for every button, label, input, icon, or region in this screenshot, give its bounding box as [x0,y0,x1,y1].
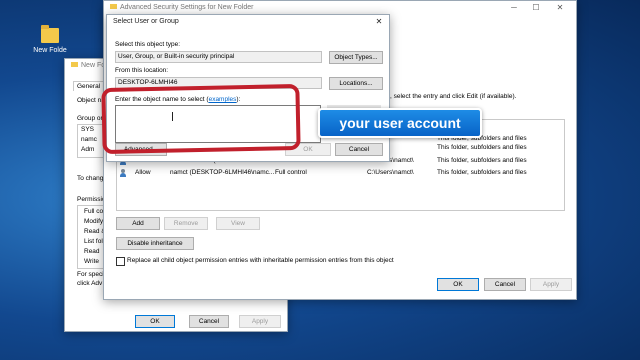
folder-small-icon [71,62,78,67]
folder-small-icon [110,4,117,9]
callout-label: your user account [318,108,482,138]
props-apply-button[interactable]: Apply [239,315,281,328]
adv-cancel-button[interactable]: Cancel [484,278,526,291]
select-cancel-button[interactable]: Cancel [335,143,383,156]
special-text-2: click Adv [77,280,103,287]
close-icon[interactable]: ✕ [369,15,389,29]
row-type: Allow [135,169,151,176]
props-cancel-button[interactable]: Cancel [189,315,229,328]
row-applies: This folder, subfolders and files [437,157,527,164]
object-types-button[interactable]: Object Types... [329,51,383,64]
disable-inheritance-button[interactable]: Disable inheritance [116,237,194,250]
adv-ok-button[interactable]: OK [437,278,479,291]
locations-button[interactable]: Locations... [329,77,383,90]
row-applies-extra: This folder, subfolders and files [437,144,527,151]
close-icon[interactable]: ✕ [550,1,570,15]
row-applies: This folder, subfolders and files [437,169,527,176]
permissions-label: Permissio [77,196,106,203]
list-item: Read [84,248,100,255]
object-type-label: Select this object type: [115,41,181,48]
select-titlebar: Select User or Group [107,15,389,29]
group-label: Group or [77,115,103,122]
red-highlight-box [101,83,301,155]
table-row[interactable]: Allow namct (DESKTOP-6LMHI46\namc... Ful… [117,168,564,179]
object-type-field: User, Group, or Built-in security princi… [115,51,322,63]
adv-hint-text: , select the entry and click Edit (if av… [390,93,517,100]
row-inherited: C:\Users\namct\ [367,169,414,176]
list-item[interactable]: Adm [81,146,94,153]
list-item: Modify [84,218,104,225]
remove-button[interactable]: Remove [164,217,208,230]
replace-label: Replace all child object permission entr… [127,257,394,264]
adv-title: Advanced Security Settings for New Folde… [120,4,254,11]
user-icon [120,169,126,177]
list-item: Write [84,258,100,265]
replace-checkbox[interactable] [116,257,125,266]
minimize-icon[interactable]: ─ [504,1,524,15]
props-ok-button[interactable]: OK [135,315,175,328]
folder-icon [41,25,59,43]
maximize-icon[interactable]: ☐ [526,1,546,15]
to-change-text: To chang [77,175,104,182]
location-label: From this location: [115,67,169,74]
desktop-folder-label: New Folde [33,47,67,54]
adv-apply-button[interactable]: Apply [530,278,572,291]
row-access: Full control [275,169,307,176]
desktop-folder-icon[interactable]: New Folde [30,25,70,54]
row-principal: namct (DESKTOP-6LMHI46\namc... [170,169,275,176]
view-button[interactable]: View [216,217,260,230]
add-button[interactable]: Add [116,217,160,230]
list-item[interactable]: namc [81,136,97,143]
list-item[interactable]: SYS [81,126,94,133]
tab-general[interactable]: General [73,81,105,91]
list-item: List fol [84,238,103,245]
list-item: Full co [84,208,104,215]
select-title: Select User or Group [113,18,179,25]
